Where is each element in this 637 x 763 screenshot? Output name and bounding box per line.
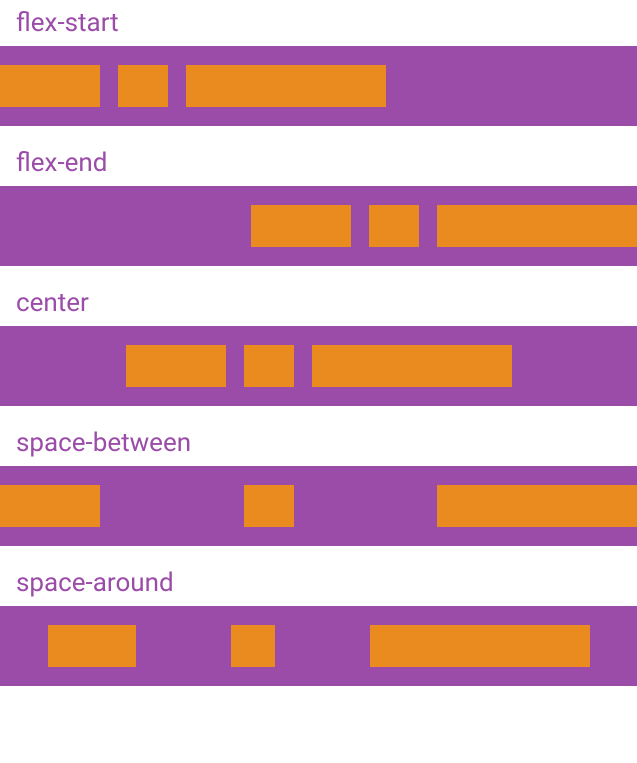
center-container	[0, 326, 637, 406]
flex-item	[0, 485, 100, 527]
center-label: center	[0, 288, 637, 326]
flex-item	[312, 345, 512, 387]
flex-item	[437, 205, 637, 247]
flex-item	[186, 65, 386, 107]
flex-start-section: flex-start	[0, 8, 637, 126]
flex-end-container	[0, 186, 637, 266]
space-around-section: space-around	[0, 568, 637, 686]
flex-end-section: flex-end	[0, 148, 637, 266]
flex-item	[244, 345, 294, 387]
flex-item	[48, 625, 136, 667]
space-around-container	[0, 606, 637, 686]
flex-item	[126, 345, 226, 387]
flex-end-label: flex-end	[0, 148, 637, 186]
space-between-container	[0, 466, 637, 546]
flex-item	[369, 205, 419, 247]
flex-item	[231, 625, 275, 667]
flex-start-label: flex-start	[0, 8, 637, 46]
flex-start-container	[0, 46, 637, 126]
space-around-label: space-around	[0, 568, 637, 606]
flex-item	[118, 65, 168, 107]
flex-item	[244, 485, 294, 527]
center-section: center	[0, 288, 637, 406]
space-between-label: space-between	[0, 428, 637, 466]
flex-item	[0, 65, 100, 107]
flex-item	[370, 625, 590, 667]
space-between-section: space-between	[0, 428, 637, 546]
flex-item	[251, 205, 351, 247]
flex-item	[437, 485, 637, 527]
